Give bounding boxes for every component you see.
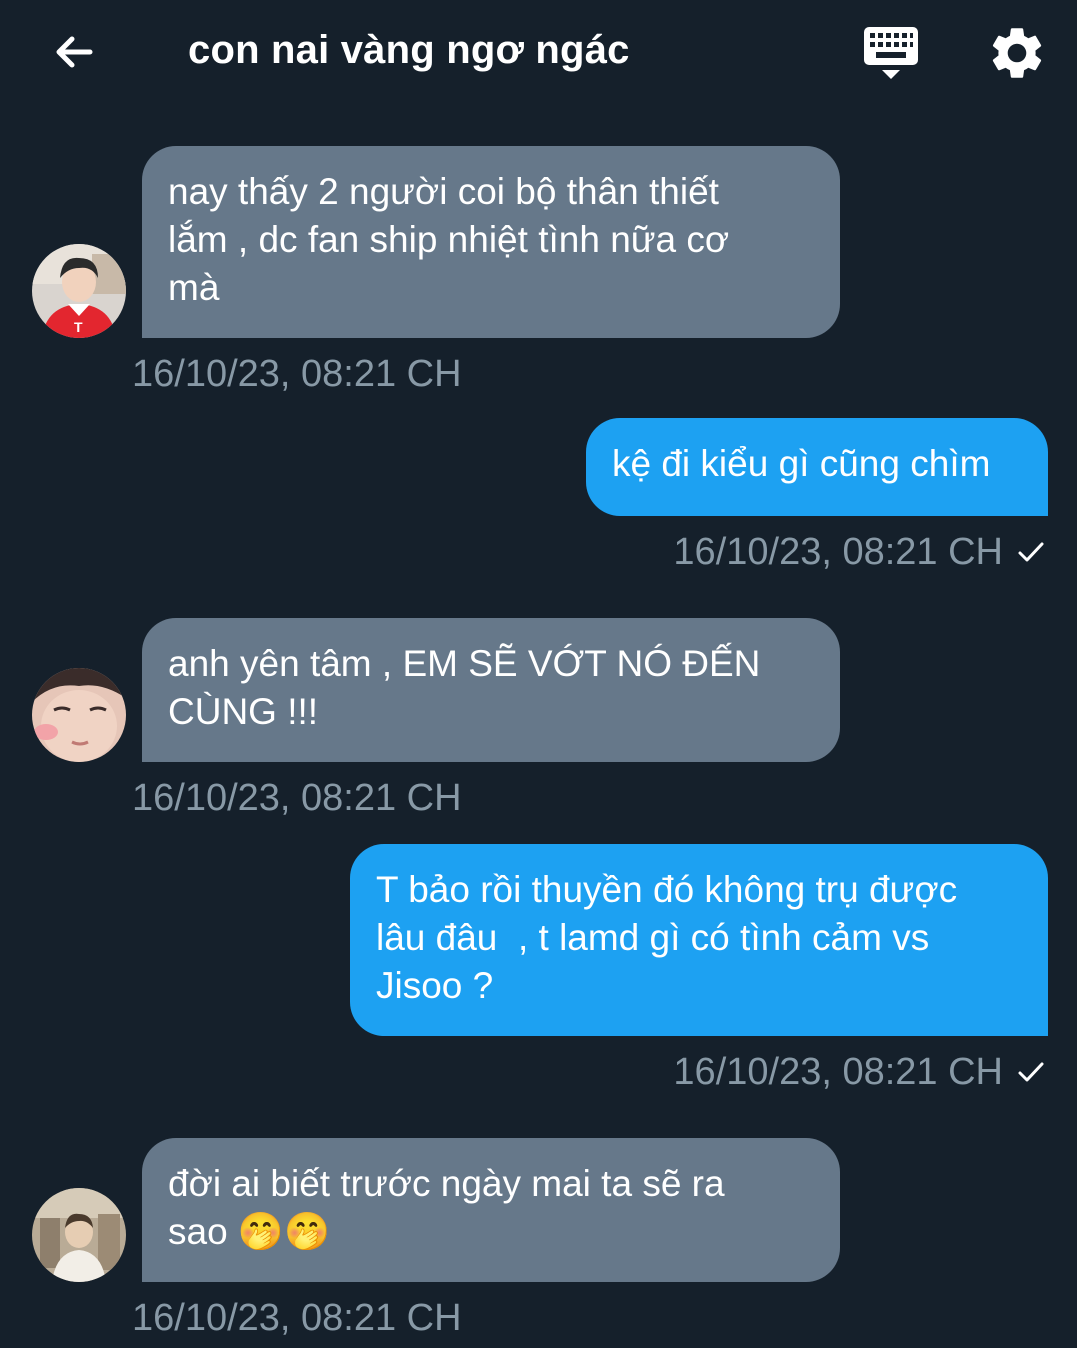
avatar[interactable]: T xyxy=(32,244,126,338)
gear-icon xyxy=(992,28,1042,78)
message-meta: 16/10/23, 08:21 CH xyxy=(673,1050,1047,1094)
back-button[interactable] xyxy=(44,22,104,82)
conversation-title: con nai vàng ngơ ngác xyxy=(188,28,630,72)
arrow-left-icon xyxy=(56,36,93,68)
message-timestamp: 16/10/23, 08:21 CH xyxy=(132,353,462,395)
avatar-image: T xyxy=(32,244,126,338)
message-timestamp: 16/10/23, 08:21 CH xyxy=(132,777,462,819)
conversation-header: con nai vàng ngơ ngác xyxy=(0,0,1077,104)
message-timestamp: 16/10/23, 08:21 CH xyxy=(132,1297,462,1339)
message-timestamp: 16/10/23, 08:21 CH xyxy=(673,531,1003,573)
message-timestamp: 16/10/23, 08:21 CH xyxy=(673,1051,1003,1093)
message-meta: 16/10/23, 08:21 CH xyxy=(673,530,1047,574)
incoming-message[interactable]: nay thấy 2 người coi bộ thân thiết lắm ,… xyxy=(142,146,840,338)
avatar[interactable] xyxy=(32,1188,126,1282)
svg-text:T: T xyxy=(74,319,83,335)
keyboard-icon xyxy=(864,27,918,79)
check-icon xyxy=(1018,1062,1044,1082)
outgoing-message[interactable]: T bảo rồi thuyền đó không trụ được lâu đ… xyxy=(350,844,1048,1036)
avatar-image xyxy=(32,668,126,762)
avatar[interactable] xyxy=(32,668,126,762)
dm-conversation-screen: con nai vàng ngơ ngác nay thấy 2 người c… xyxy=(0,0,1077,1348)
incoming-message[interactable]: anh yên tâm , EM SẼ VỚT NÓ ĐẾN CÙNG !!! xyxy=(142,618,840,762)
avatar-image xyxy=(32,1188,126,1282)
incoming-message[interactable]: đời ai biết trước ngày mai ta sẽ ra sao … xyxy=(142,1138,840,1282)
keyboard-button[interactable] xyxy=(858,22,924,84)
check-icon xyxy=(1018,542,1044,562)
settings-button[interactable] xyxy=(986,22,1048,84)
outgoing-message[interactable]: kệ đi kiểu gì cũng chìm xyxy=(586,418,1048,516)
